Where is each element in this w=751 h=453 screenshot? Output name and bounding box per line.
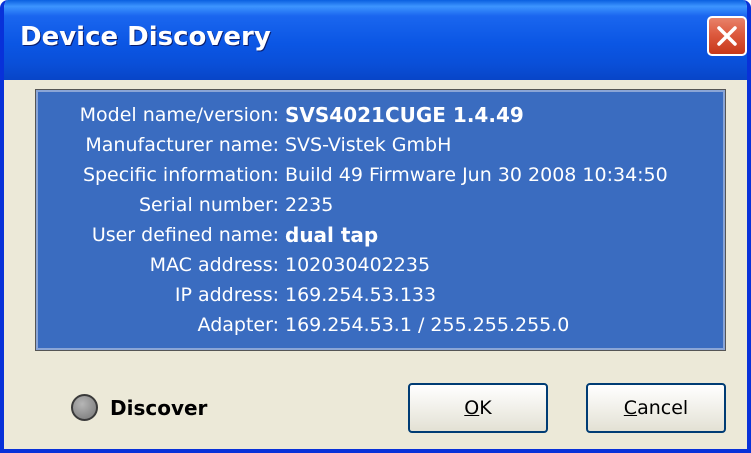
info-row-manufacturer: Manufacturer name: SVS-Vistek GmbH	[38, 130, 723, 160]
user-defined-name-label: User defined name:	[91, 224, 279, 246]
status-led-icon	[71, 394, 98, 421]
title-bar[interactable]: Device Discovery	[4, 0, 747, 80]
user-defined-name-value: dual tap	[285, 223, 379, 247]
adapter-value: 169.254.53.1 / 255.255.255.0	[285, 314, 570, 336]
cancel-label-rest: ancel	[637, 397, 689, 419]
mac-address-label: MAC address:	[149, 254, 279, 276]
info-row-serial: Serial number: 2235	[38, 190, 723, 220]
specific-info-label: Specific information:	[82, 164, 279, 186]
device-discovery-dialog: Device Discovery Model name/version: SVS…	[0, 0, 751, 453]
discover-label: Discover	[110, 396, 208, 420]
device-info-panel: Model name/version: SVS4021CUGE 1.4.49 M…	[35, 89, 726, 351]
info-row-model: Model name/version: SVS4021CUGE 1.4.49	[38, 100, 723, 130]
info-row-mac: MAC address: 102030402235	[38, 250, 723, 280]
manufacturer-value: SVS-Vistek GmbH	[285, 134, 452, 156]
cancel-mnemonic: C	[623, 397, 638, 419]
info-row-ip: IP address: 169.254.53.133	[38, 280, 723, 310]
ip-address-value: 169.254.53.133	[285, 284, 437, 306]
info-row-specific: Specific information: Build 49 Firmware …	[38, 160, 723, 190]
close-icon	[717, 26, 737, 46]
ok-mnemonic: O	[464, 397, 480, 419]
manufacturer-label: Manufacturer name:	[85, 134, 279, 156]
cancel-button[interactable]: Cancel	[586, 383, 726, 433]
serial-number-value: 2235	[285, 194, 334, 216]
ok-label-rest: K	[479, 397, 492, 419]
adapter-label: Adapter:	[197, 314, 279, 336]
specific-info-value: Build 49 Firmware Jun 30 2008 10:34:50	[285, 164, 668, 186]
model-label: Model name/version:	[79, 104, 279, 126]
info-row-user-name: User defined name: dual tap	[38, 220, 723, 250]
mac-address-value: 102030402235	[285, 254, 431, 276]
ok-button[interactable]: OK	[408, 383, 548, 433]
ip-address-label: IP address:	[174, 284, 279, 306]
model-value: SVS4021CUGE 1.4.49	[285, 103, 524, 127]
close-button[interactable]	[707, 16, 747, 56]
window-title: Device Discovery	[20, 22, 271, 52]
serial-number-label: Serial number:	[138, 194, 279, 216]
info-row-adapter: Adapter: 169.254.53.1 / 255.255.255.0	[38, 310, 723, 340]
